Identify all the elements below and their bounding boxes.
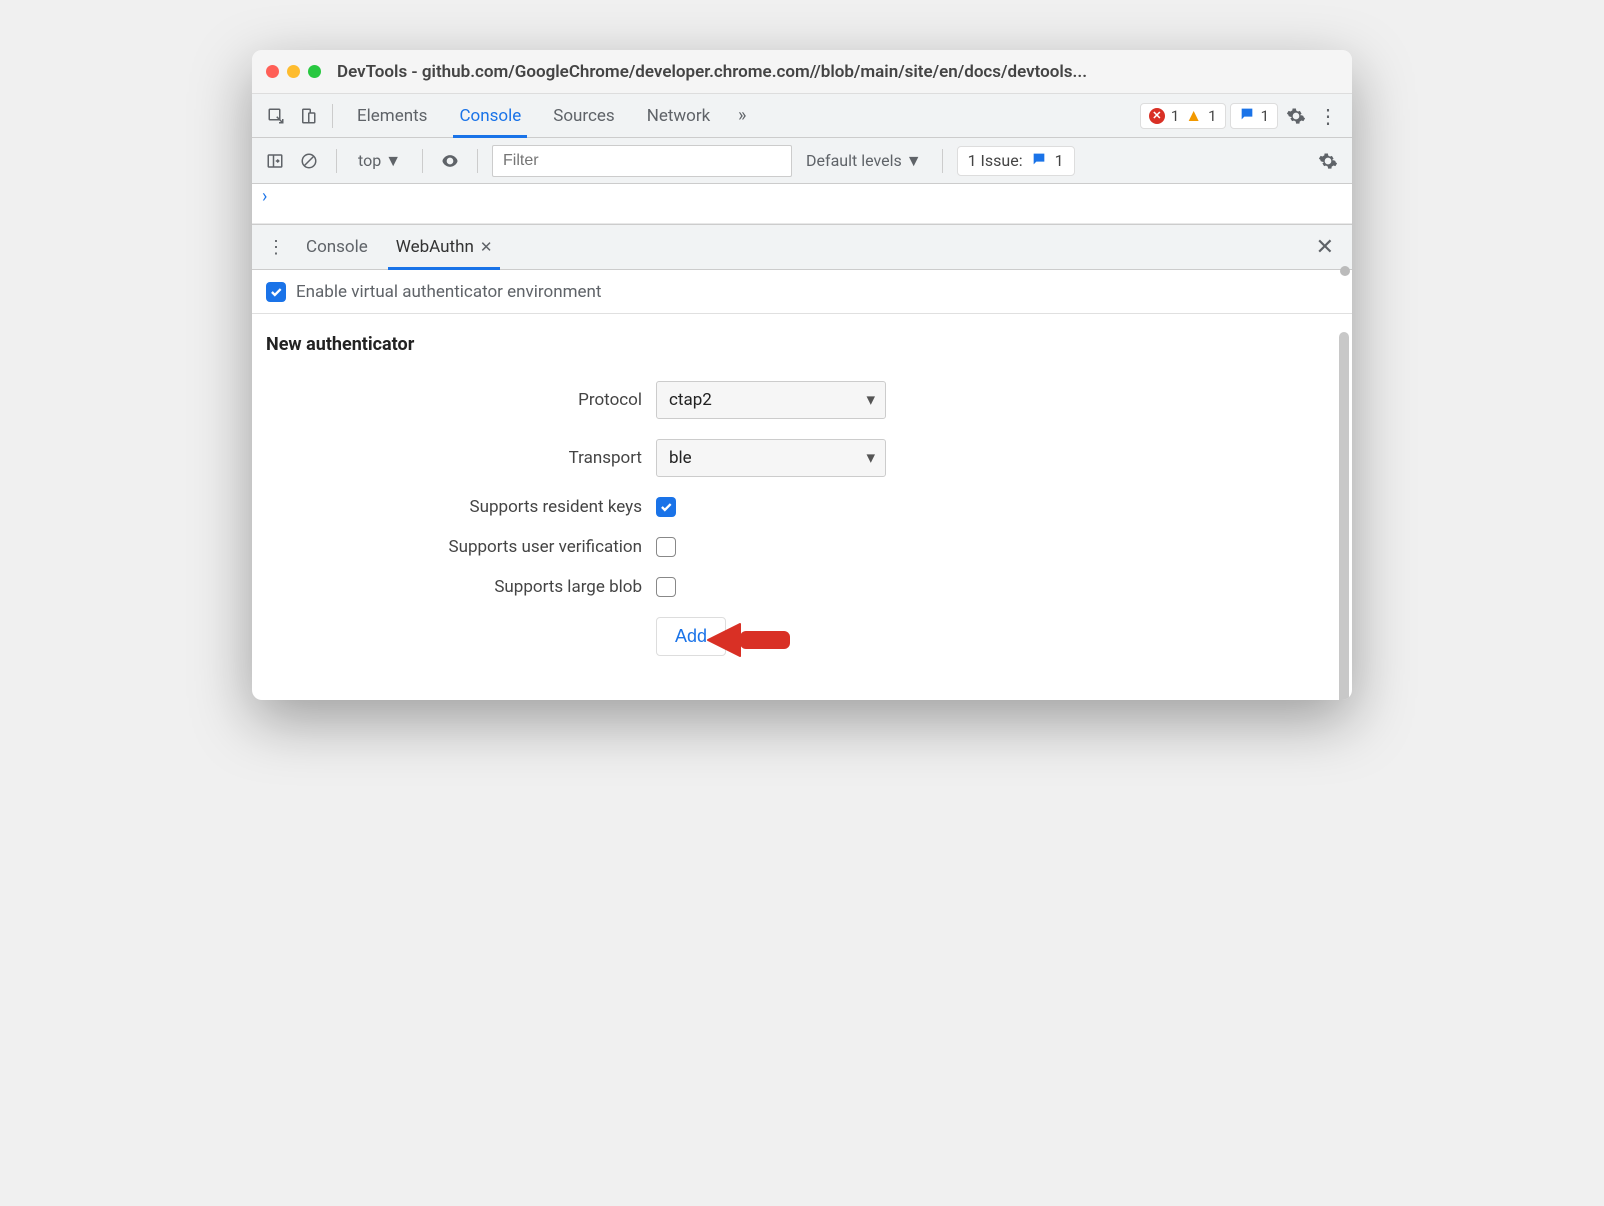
resident-keys-row: Supports resident keys: [266, 497, 1338, 517]
add-button[interactable]: Add: [656, 617, 726, 656]
more-tabs-icon[interactable]: »: [728, 102, 756, 130]
divider: [336, 149, 337, 173]
devtools-window: DevTools - github.com/GoogleChrome/devel…: [252, 50, 1352, 700]
drawer-tab-bar: ⋮ Console WebAuthn ✕ ✕: [252, 224, 1352, 270]
eye-icon[interactable]: [437, 148, 463, 174]
sidebar-toggle-icon[interactable]: [262, 148, 288, 174]
tab-console[interactable]: Console: [445, 94, 535, 138]
transport-row: Transport ble: [266, 439, 1338, 477]
transport-select[interactable]: ble: [656, 439, 886, 477]
error-count: 1: [1171, 107, 1179, 125]
error-icon: ✕: [1149, 108, 1165, 124]
settings-icon[interactable]: [1282, 102, 1310, 130]
titlebar: DevTools - github.com/GoogleChrome/devel…: [252, 50, 1352, 94]
tab-sources[interactable]: Sources: [539, 94, 628, 138]
inspect-icon[interactable]: [262, 102, 290, 130]
console-filter-bar: top ▼ Default levels ▼ 1 Issue: 1: [252, 138, 1352, 184]
user-verification-label: Supports user verification: [266, 537, 656, 557]
transport-label: Transport: [266, 448, 656, 468]
transport-value: ble: [669, 448, 692, 468]
window-close-button[interactable]: [266, 65, 279, 78]
drawer-menu-icon[interactable]: ⋮: [262, 233, 290, 261]
large-blob-row: Supports large blob: [266, 577, 1338, 597]
main-tab-bar: Elements Console Sources Network » ✕ 1 ▲…: [252, 94, 1352, 138]
window-title: DevTools - github.com/GoogleChrome/devel…: [337, 62, 1087, 82]
protocol-label: Protocol: [266, 390, 656, 410]
tab-elements[interactable]: Elements: [343, 94, 441, 138]
divider: [332, 104, 333, 128]
chevron-down-icon: ▼: [385, 151, 401, 171]
divider: [477, 149, 478, 173]
chevron-down-icon: ▼: [906, 151, 922, 171]
divider: [422, 149, 423, 173]
issues-badge[interactable]: 1 Issue: 1: [957, 146, 1075, 176]
protocol-select[interactable]: ctap2: [656, 381, 886, 419]
context-label: top: [358, 151, 381, 170]
enable-label: Enable virtual authenticator environment: [296, 282, 601, 302]
clear-console-icon[interactable]: [296, 148, 322, 174]
drawer-tab-label: WebAuthn: [396, 237, 474, 257]
large-blob-label: Supports large blob: [266, 577, 656, 597]
protocol-row: Protocol ctap2: [266, 381, 1338, 419]
console-content: ›: [252, 184, 1352, 224]
add-row: Add: [266, 617, 1338, 656]
enable-virtual-auth-row: Enable virtual authenticator environment: [252, 270, 1352, 314]
level-label: Default levels: [806, 151, 902, 170]
drawer-tab-webauthn[interactable]: WebAuthn ✕: [384, 224, 505, 270]
message-icon: [1031, 151, 1047, 171]
warning-count: 1: [1208, 107, 1216, 125]
log-level-selector[interactable]: Default levels ▼: [800, 151, 928, 171]
resident-keys-label: Supports resident keys: [266, 497, 656, 517]
large-blob-checkbox[interactable]: [656, 577, 676, 597]
context-selector[interactable]: top ▼: [351, 148, 408, 174]
enable-virtual-auth-checkbox[interactable]: [266, 282, 286, 302]
messages-badge[interactable]: 1: [1230, 103, 1278, 129]
divider: [942, 149, 943, 173]
warning-icon: ▲: [1185, 106, 1202, 126]
device-toggle-icon[interactable]: [294, 102, 322, 130]
webauthn-panel: New authenticator Protocol ctap2 Transpo…: [252, 314, 1352, 700]
protocol-value: ctap2: [669, 390, 712, 410]
window-minimize-button[interactable]: [287, 65, 300, 78]
tab-network[interactable]: Network: [633, 94, 725, 138]
prompt-caret-icon: ›: [262, 186, 267, 207]
message-icon: [1239, 106, 1255, 126]
user-verification-checkbox[interactable]: [656, 537, 676, 557]
traffic-lights: [266, 65, 321, 78]
filter-input[interactable]: [492, 145, 792, 177]
message-count: 1: [1261, 107, 1269, 125]
drawer-tab-console[interactable]: Console: [294, 224, 380, 270]
resident-keys-checkbox[interactable]: [656, 497, 676, 517]
user-verification-row: Supports user verification: [266, 537, 1338, 557]
section-title: New authenticator: [266, 334, 1338, 355]
error-warning-badge[interactable]: ✕ 1 ▲ 1: [1140, 103, 1226, 129]
issues-label: 1 Issue:: [968, 151, 1023, 170]
window-zoom-button[interactable]: [308, 65, 321, 78]
close-icon[interactable]: ✕: [480, 238, 493, 256]
issues-count: 1: [1055, 151, 1064, 170]
